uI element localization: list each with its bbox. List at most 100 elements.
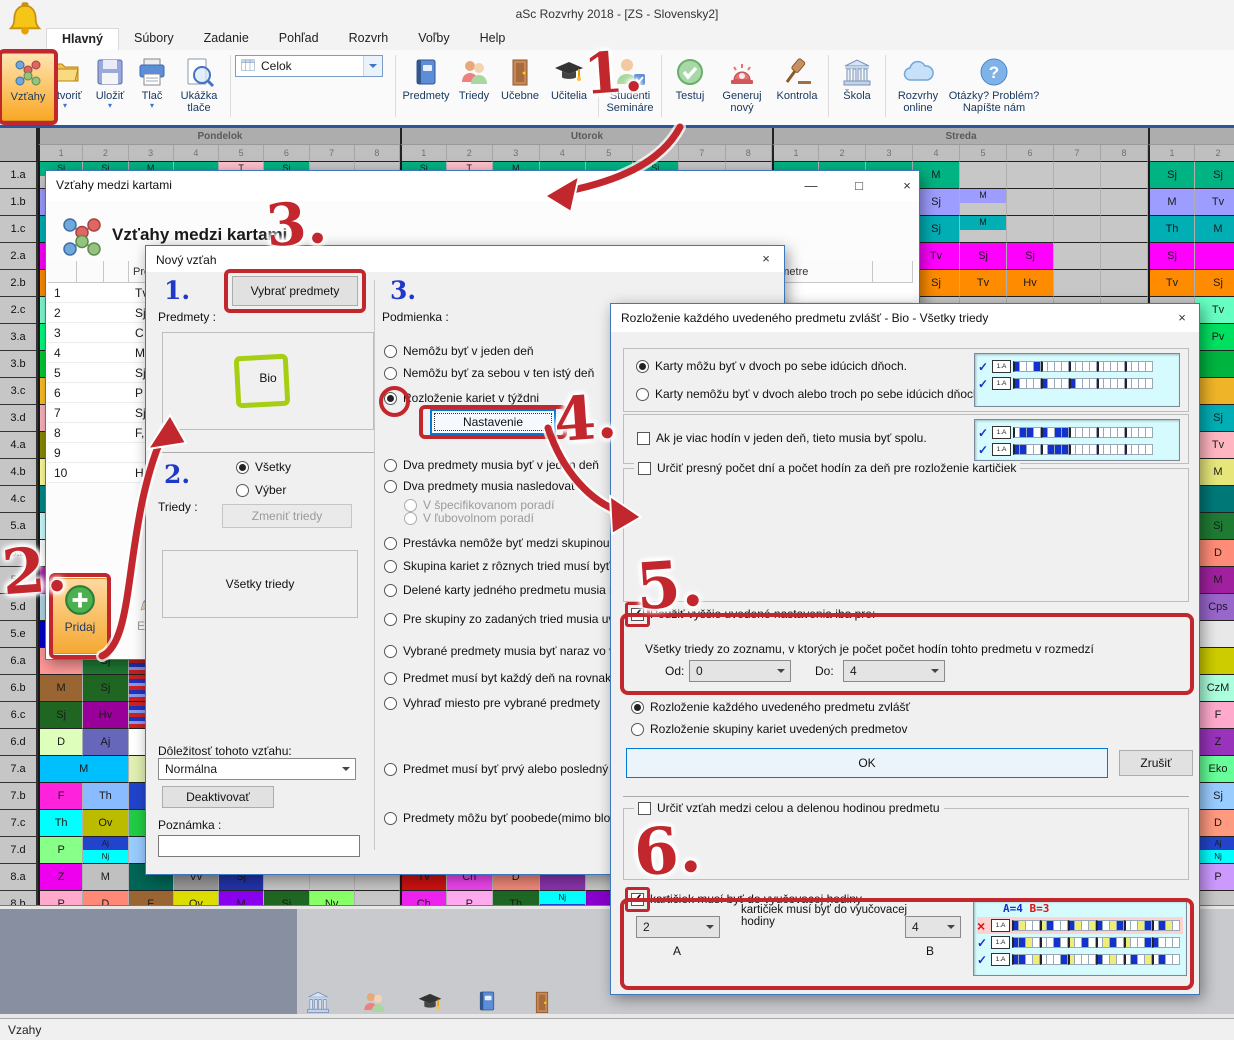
do-select[interactable]: 4 bbox=[843, 660, 945, 682]
timetable-cell[interactable]: Th bbox=[1148, 216, 1195, 243]
ribbon-button-u-ebne[interactable]: Učebne bbox=[496, 53, 544, 121]
tab-vo-by[interactable]: Voľby bbox=[403, 28, 464, 50]
tab-help[interactable]: Help bbox=[465, 28, 521, 50]
timetable-cell[interactable]: D bbox=[38, 729, 83, 756]
timetable-cell[interactable] bbox=[1054, 270, 1101, 297]
radio-choice-classes[interactable]: Výber bbox=[236, 483, 286, 497]
timetable-cell[interactable]: Nv bbox=[310, 891, 355, 905]
condition-radio-delen-karty-jedn-ho-predmetu-m[interactable]: Delené karty jedného predmetu musia byť bbox=[384, 583, 626, 597]
a-select[interactable]: 2 bbox=[636, 916, 720, 938]
school-icon[interactable] bbox=[305, 989, 331, 1018]
timetable-cell[interactable] bbox=[1195, 621, 1234, 648]
timetable-cell[interactable]: Cps bbox=[1195, 594, 1234, 621]
timetable-cell[interactable]: Tv bbox=[1148, 270, 1195, 297]
timetable-cell[interactable]: M bbox=[1195, 459, 1234, 486]
timetable-cell[interactable]: D bbox=[1195, 810, 1234, 837]
ribbon-button-predmety[interactable]: Predmety bbox=[400, 53, 452, 121]
timetable-cell[interactable] bbox=[1195, 648, 1234, 675]
od-select[interactable]: 0 bbox=[689, 660, 791, 682]
condition-radio-predmet-mus-byt-ka-d-de-na-rov[interactable]: Predmet musí byt každý deň na rovnakej h bbox=[384, 671, 630, 685]
timetable-cell[interactable] bbox=[1195, 378, 1234, 405]
timetable-cell[interactable]: P bbox=[38, 891, 83, 905]
timetable-cell[interactable]: Sj bbox=[83, 675, 128, 702]
b-select[interactable]: 4 bbox=[905, 916, 961, 938]
radio-cards-not-consecutive[interactable]: Karty nemôžu byť v dvoch alebo troch po … bbox=[636, 387, 983, 401]
timetable-cell[interactable]: P bbox=[1195, 864, 1234, 891]
classrooms-icon[interactable] bbox=[529, 989, 555, 1018]
ribbon-button-nov[interactable]: Nový bbox=[0, 53, 42, 121]
timetable-cell[interactable] bbox=[1101, 243, 1148, 270]
ribbon-button-kontrola[interactable]: Kontrola bbox=[770, 53, 824, 121]
timetable-cell[interactable]: M bbox=[38, 756, 129, 783]
timetable-cell[interactable]: M bbox=[1195, 567, 1234, 594]
timetable-cell[interactable] bbox=[1007, 216, 1054, 243]
timetable-cell[interactable]: Tv bbox=[1195, 297, 1234, 324]
deactivate-button[interactable]: Deaktivovať bbox=[162, 786, 274, 808]
ribbon-button-testuj[interactable]: Testuj bbox=[666, 53, 714, 121]
timetable-cell[interactable]: Sj bbox=[1195, 783, 1234, 810]
checkbox-whole-split-hour[interactable]: Určiť vzťah medzi celou a delenou hodino… bbox=[634, 801, 944, 815]
checkbox-exact-days-hours[interactable]: Určiť presný počet dní a počet hodín za … bbox=[634, 461, 1020, 475]
condition-radio-dva-predmety-musia-by-v-jeden-[interactable]: Dva predmety musia byť v jeden deň bbox=[384, 458, 599, 472]
asc-bell-logo-icon[interactable] bbox=[6, 1, 44, 42]
timetable-cell[interactable] bbox=[1054, 162, 1101, 189]
timetable-cell[interactable]: F bbox=[1195, 702, 1234, 729]
importance-select[interactable]: Normálna bbox=[158, 758, 356, 780]
classes-icon[interactable] bbox=[361, 989, 387, 1018]
cancel-button[interactable]: Zrušiť bbox=[1119, 750, 1193, 776]
timetable-cell[interactable]: Tv bbox=[913, 243, 960, 270]
timetable-cell[interactable]: Eko bbox=[1195, 756, 1234, 783]
condition-radio-pre-skupiny-zo-zadan-ch-tried-[interactable]: Pre skupiny zo zadaných tried musia uved… bbox=[384, 612, 634, 626]
teachers-icon[interactable] bbox=[417, 989, 443, 1018]
timetable-cell[interactable]: Tv bbox=[1195, 432, 1234, 459]
timetable-cell[interactable] bbox=[1195, 351, 1234, 378]
timetable-cell[interactable]: Sj bbox=[960, 243, 1007, 270]
timetable-cell[interactable]: Sj bbox=[1148, 243, 1195, 270]
tab-rozvrh[interactable]: Rozvrh bbox=[334, 28, 404, 50]
ribbon-button-uk-ka-tla-e[interactable]: Ukážka tlače bbox=[172, 53, 226, 121]
ribbon-button-ot-zky-probl-m-nap-te-n-m[interactable]: ?Otázky? Problém? Napíšte nám bbox=[946, 53, 1042, 121]
timetable-cell[interactable]: M bbox=[1148, 189, 1195, 216]
condition-radio-nem-u-by-v-jeden-de[interactable]: Nemôžu byť v jeden deň bbox=[384, 344, 534, 358]
timetable-cell[interactable]: Th bbox=[83, 783, 128, 810]
checkbox-hours-together[interactable]: Ak je viac hodín v jeden deň, tieto musi… bbox=[637, 431, 927, 445]
timetable-cell[interactable]: Sj bbox=[38, 702, 83, 729]
ribbon-button-rozvrhy-online[interactable]: Rozvrhy online bbox=[890, 53, 946, 121]
timetable-cell[interactable] bbox=[1101, 189, 1148, 216]
timetable-cell[interactable] bbox=[1101, 162, 1148, 189]
timetable-cell[interactable] bbox=[1054, 243, 1101, 270]
ribbon-button-tla[interactable]: Tlač▾ bbox=[132, 53, 172, 121]
timetable-cell[interactable]: Pv bbox=[1195, 324, 1234, 351]
timetable-cell[interactable]: Sj bbox=[1195, 405, 1234, 432]
timetable-cell[interactable]: AjNj bbox=[1195, 837, 1234, 864]
ok-button[interactable]: OK bbox=[626, 748, 1108, 778]
tab-hlavn[interactable]: Hlavný bbox=[46, 28, 119, 50]
timetable-cell[interactable]: Sj bbox=[1195, 513, 1234, 540]
condition-radio-dva-predmety-musia-nasledova[interactable]: Dva predmety musia nasledovať bbox=[384, 479, 576, 493]
timetable-cell[interactable]: M bbox=[960, 216, 1007, 243]
radio-all-classes[interactable]: Všetky bbox=[236, 460, 291, 474]
checkbox-apply-only-for[interactable]: Použiť vyššie uvedené nastavenia iba pre… bbox=[631, 607, 875, 621]
tab-s-bory[interactable]: Súbory bbox=[119, 28, 189, 50]
close-icon[interactable]: × bbox=[887, 174, 927, 197]
timetable-cell[interactable]: Sj bbox=[1148, 162, 1195, 189]
timetable-cell[interactable] bbox=[1101, 216, 1148, 243]
timetable-cell[interactable]: Th bbox=[38, 810, 83, 837]
ribbon-button-kola[interactable]: Škola bbox=[833, 53, 881, 121]
timetable-cell[interactable]: Hv bbox=[83, 702, 128, 729]
condition-radio-rozlo-enie-kariet-v-t-dni[interactable]: Rozloženie kariet v týždni bbox=[384, 391, 539, 405]
timetable-cell[interactable]: Sj bbox=[1195, 162, 1234, 189]
condition-radio-prest-vka-nem-e-by-medzi-skupi[interactable]: Prestávka nemôže byť medzi skupinou hodí bbox=[384, 536, 636, 550]
add-relation-button[interactable]: Pridaj bbox=[52, 578, 108, 654]
ribbon-button-u-itelia[interactable]: Učitelia bbox=[544, 53, 594, 121]
timetable-cell[interactable]: F bbox=[38, 783, 83, 810]
timetable-cell[interactable] bbox=[960, 162, 1007, 189]
timetable-cell[interactable]: Aj bbox=[83, 729, 128, 756]
timetable-cell[interactable] bbox=[355, 891, 400, 905]
timetable-cell[interactable]: Ov bbox=[83, 810, 128, 837]
chevron-down-icon[interactable]: ▾ bbox=[42, 102, 88, 110]
timetable-cell[interactable]: Sj bbox=[913, 270, 960, 297]
tab-poh-ad[interactable]: Pohľad bbox=[264, 28, 334, 50]
timetable-cell[interactable]: Sj bbox=[1195, 270, 1234, 297]
ribbon-button-generuj-nov[interactable]: Generuj nový bbox=[714, 53, 770, 121]
